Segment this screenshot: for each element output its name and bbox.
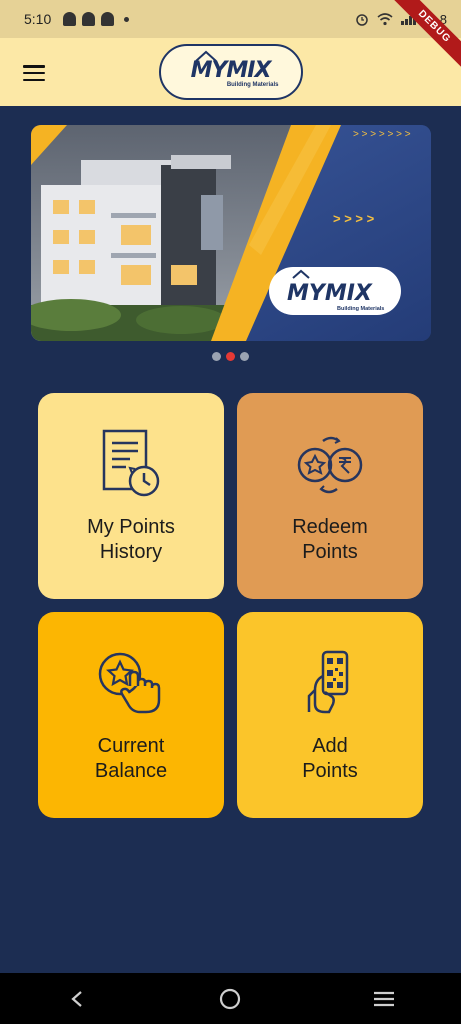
banner-logo-subtitle: Building Materials — [337, 306, 384, 312]
more-notifications-icon — [124, 16, 130, 22]
home-button[interactable] — [210, 979, 250, 1019]
hamburger-icon — [23, 65, 45, 68]
tile-label: Current Balance — [94, 735, 168, 782]
chevron-decor-top: > > > > > > > — [353, 129, 411, 140]
tile-label: Add Points — [302, 735, 358, 782]
my-points-history-tile[interactable]: My Points History — [38, 393, 224, 599]
recents-icon — [374, 991, 395, 1006]
carousel-dot-active[interactable] — [226, 352, 235, 361]
snapchat-icon — [63, 12, 77, 26]
house-roof-icon — [194, 50, 217, 62]
app-bar: MYMIX Building Materials — [0, 38, 461, 106]
redeem-points-icon — [297, 436, 363, 494]
menu-button[interactable] — [23, 65, 45, 81]
status-bar: 5:10 8 — [0, 0, 461, 38]
status-time: 5:10 — [24, 11, 52, 27]
carousel-dot[interactable] — [240, 352, 249, 361]
home-icon — [220, 988, 241, 1009]
banner-artwork: > > > > > > > > > > > MYMIX Building Mat… — [31, 125, 431, 341]
points-history-icon — [102, 429, 160, 497]
tile-label: My Points History — [87, 516, 175, 563]
redeem-points-tile[interactable]: Redeem Points — [237, 393, 423, 599]
current-balance-tile[interactable]: Current Balance — [38, 612, 224, 818]
current-balance-icon — [98, 652, 161, 714]
promo-banner[interactable]: > > > > > > > > > > > MYMIX Building Mat… — [31, 125, 431, 341]
banner-logo-text: MYMIX — [287, 281, 373, 306]
recents-button[interactable] — [364, 979, 404, 1019]
alarm-icon — [356, 14, 368, 26]
add-points-tile[interactable]: Add Points — [237, 612, 423, 818]
back-button[interactable] — [57, 979, 97, 1019]
tile-label: Redeem Points — [292, 516, 368, 563]
chevron-decor-mid: > > > > — [333, 211, 375, 226]
app-logo: MYMIX Building Materials — [158, 44, 303, 100]
back-icon — [71, 990, 82, 1007]
carousel-dot[interactable] — [212, 352, 221, 361]
logo-subtitle: Building Materials — [226, 82, 279, 88]
system-nav-bar — [0, 973, 461, 1024]
carousel-indicator — [0, 352, 461, 361]
snapchat-icon — [82, 12, 96, 26]
snapchat-icon — [101, 12, 115, 26]
add-points-icon — [307, 650, 349, 714]
wifi-icon — [377, 12, 393, 25]
logo-text: MYMIX — [190, 58, 272, 83]
notification-icons — [63, 12, 130, 26]
